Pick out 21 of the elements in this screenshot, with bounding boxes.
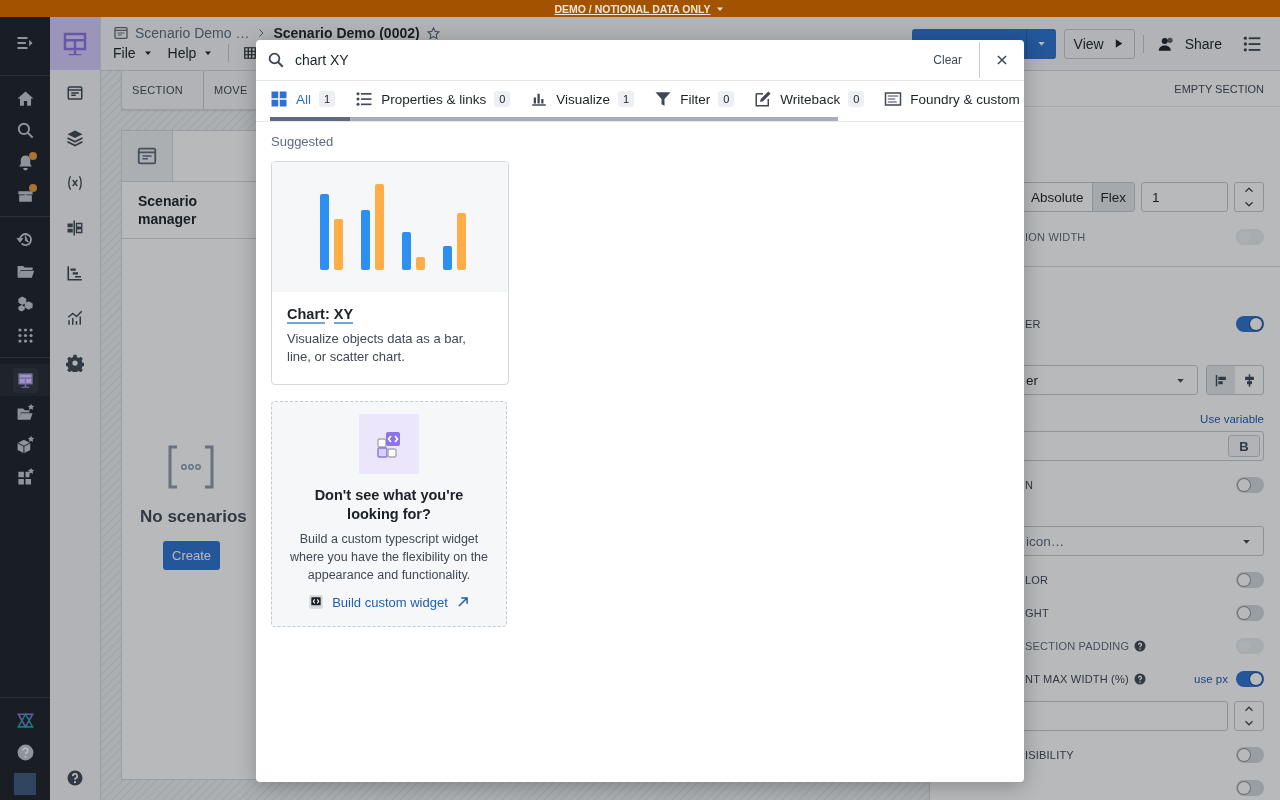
count-badge: 1 — [319, 91, 336, 107]
custom-widget-heading: Don't see what you're looking for? — [313, 486, 465, 524]
count-badge: 0 — [494, 91, 511, 107]
setting-label: NT MAX WIDTH (%) — [1025, 673, 1129, 685]
panel-heading: EMPTY SECTION — [1174, 82, 1264, 95]
setting-label: ISIBILITY — [1025, 749, 1074, 761]
count-badge: 0 — [848, 91, 865, 107]
setting-label: GHT — [1025, 607, 1049, 619]
setting-label: LOR — [1025, 574, 1049, 586]
setting-label: SECTION PADDING — [1025, 640, 1130, 652]
setting-label: ER — [1025, 318, 1041, 330]
result-description: Visualize objects data as a bar, line, or scatter chart. — [287, 330, 467, 366]
custom-widget-description: Build a custom typescript widget where you have the flexibility on the appearance and functionality. — [288, 531, 489, 584]
result-title: Chart: XY — [287, 306, 355, 322]
widget-title: Scenario manager — [138, 192, 199, 228]
empty-state-text: No scenarios — [140, 507, 247, 527]
count-badge: 0 — [718, 91, 735, 107]
count-badge: 1 — [618, 91, 635, 107]
setting-label: N — [1025, 479, 1034, 491]
setting-label: ION WIDTH — [1025, 231, 1086, 243]
section-label: Suggested — [271, 134, 335, 149]
